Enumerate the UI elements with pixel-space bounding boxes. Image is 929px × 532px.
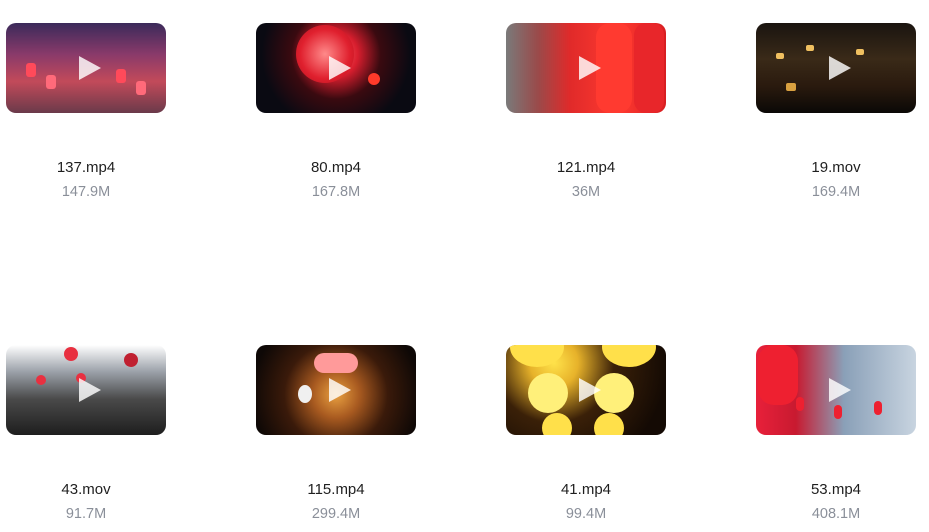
play-icon[interactable] [79, 56, 101, 80]
video-thumbnail[interactable] [506, 23, 666, 113]
file-size: 147.9M [61, 184, 111, 200]
file-size: 36M [571, 184, 601, 200]
file-size: 299.4M [311, 506, 361, 522]
video-card[interactable]: 115.mp4 299.4M [256, 345, 416, 532]
file-name: 121.mp4 [556, 159, 616, 176]
file-size: 169.4M [811, 184, 861, 200]
file-size: 167.8M [311, 184, 361, 200]
file-name: 137.mp4 [56, 159, 116, 176]
file-name: 41.mp4 [560, 481, 612, 498]
video-thumbnail[interactable] [256, 345, 416, 435]
video-grid: 137.mp4 147.9M 80.mp4 167.8M 121.mp4 36M… [0, 0, 929, 532]
video-thumbnail[interactable] [6, 345, 166, 435]
video-card[interactable]: 121.mp4 36M [506, 23, 666, 223]
video-thumbnail[interactable] [6, 23, 166, 113]
video-card[interactable]: 137.mp4 147.9M [6, 23, 166, 223]
video-card[interactable]: 43.mov 91.7M [6, 345, 166, 532]
file-size: 99.4M [565, 506, 607, 522]
video-thumbnail[interactable] [756, 345, 916, 435]
file-name: 19.mov [811, 159, 861, 176]
play-icon[interactable] [579, 56, 601, 80]
play-icon[interactable] [329, 378, 351, 402]
file-size: 91.7M [65, 506, 107, 522]
file-size: 408.1M [811, 506, 861, 522]
file-name: 53.mp4 [810, 481, 862, 498]
play-icon[interactable] [579, 378, 601, 402]
play-icon[interactable] [829, 378, 851, 402]
file-name: 115.mp4 [307, 481, 365, 498]
video-thumbnail[interactable] [256, 23, 416, 113]
video-card[interactable]: 80.mp4 167.8M [256, 23, 416, 223]
play-icon[interactable] [329, 56, 351, 80]
file-name: 80.mp4 [310, 159, 362, 176]
play-icon[interactable] [829, 56, 851, 80]
video-thumbnail[interactable] [756, 23, 916, 113]
video-card[interactable]: 41.mp4 99.4M [506, 345, 666, 532]
video-card[interactable]: 19.mov 169.4M [756, 23, 916, 223]
video-card[interactable]: 53.mp4 408.1M [756, 345, 916, 532]
file-name: 43.mov [61, 481, 111, 498]
play-icon[interactable] [79, 378, 101, 402]
video-thumbnail[interactable] [506, 345, 666, 435]
